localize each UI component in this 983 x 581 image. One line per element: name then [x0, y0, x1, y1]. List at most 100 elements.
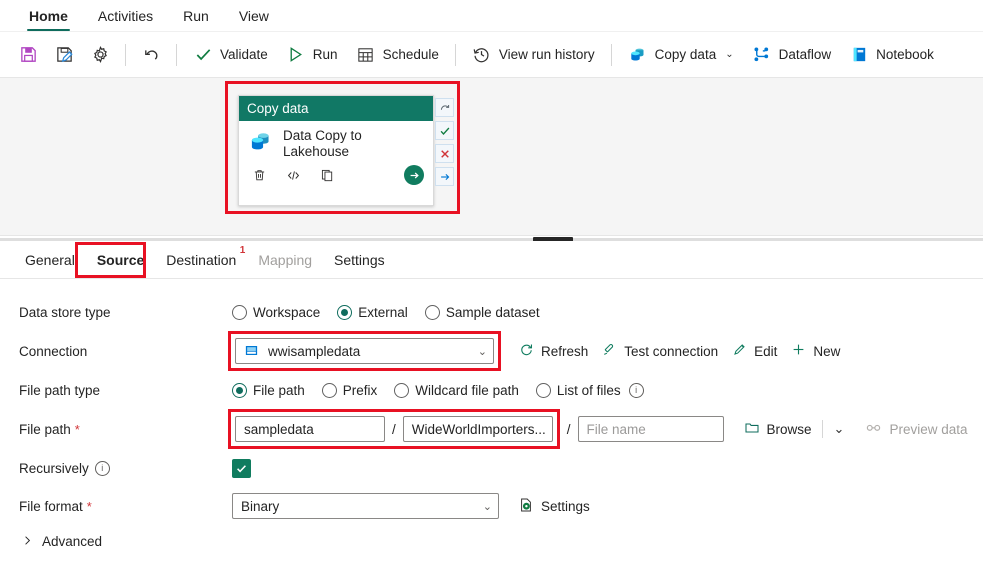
data-store-type-label: Data store type: [19, 305, 232, 320]
file-path-controls: sampledata / WideWorldImporters... / Fil…: [228, 409, 975, 449]
radio-wildcard-file-path[interactable]: Wildcard file path: [394, 382, 519, 398]
file-path-directory-input[interactable]: WideWorldImporters...: [402, 416, 553, 442]
file-name-input[interactable]: File name: [577, 416, 724, 442]
tab-destination-label: Destination: [166, 251, 237, 268]
ribbon-tab-bar: Home Activities Run View: [0, 0, 983, 32]
data-store-type-radio-group: Workspace External Sample dataset: [232, 304, 540, 320]
validate-button[interactable]: Validate: [185, 40, 276, 70]
chevron-right-icon: [22, 535, 33, 549]
preview-data-button: Preview data: [858, 416, 974, 442]
run-button[interactable]: Run: [278, 40, 346, 70]
radio-prefix[interactable]: Prefix: [321, 382, 378, 398]
schedule-label: Schedule: [382, 47, 439, 62]
save-as-button[interactable]: [47, 40, 81, 70]
undo-button[interactable]: [134, 40, 168, 70]
radio-external-label: External: [358, 304, 408, 320]
test-connection-button[interactable]: Test connection: [595, 338, 725, 364]
file-format-dropdown[interactable]: Binary ⌄: [232, 493, 499, 519]
connection-label: Connection: [19, 344, 232, 359]
connection-value: wwisampledata: [268, 343, 361, 359]
preview-glasses-icon: [865, 419, 883, 439]
radio-external[interactable]: External: [337, 304, 408, 320]
copy-data-activity-card[interactable]: Copy data Data Copy to Lakehouse: [238, 95, 434, 206]
radio-list-of-files-label: List of files: [556, 382, 621, 398]
file-format-label: File format *: [19, 499, 232, 514]
test-connection-label: Test connection: [624, 343, 719, 359]
ribbon-tab-activities[interactable]: Activities: [83, 5, 168, 31]
tab-destination-badge: 1: [239, 245, 246, 256]
settings-button[interactable]: [83, 40, 117, 70]
tab-mapping: Mapping: [247, 241, 323, 278]
ribbon-tab-run[interactable]: Run: [168, 5, 224, 31]
row-file-path: File path * sampledata / WideWorldImport…: [0, 409, 983, 449]
refresh-button[interactable]: Refresh: [512, 338, 595, 364]
radio-workspace[interactable]: Workspace: [232, 304, 320, 320]
ribbon-tab-home[interactable]: Home: [14, 5, 83, 31]
view-run-history-label: View run history: [498, 47, 595, 62]
activity-card-body: Data Copy to Lakehouse: [239, 121, 433, 160]
schedule-button[interactable]: Schedule: [348, 40, 447, 70]
file-path-container-input[interactable]: sampledata: [235, 416, 385, 442]
dataflow-icon: [752, 45, 772, 65]
tab-general[interactable]: General: [14, 241, 86, 278]
duplicate-icon[interactable]: [319, 167, 336, 184]
tab-destination[interactable]: Destination 1: [155, 241, 247, 278]
command-bar: Validate Run Schedule View run history C…: [0, 32, 983, 78]
ribbon-tab-view-label: View: [238, 8, 269, 24]
file-path-required-asterisk: *: [74, 421, 80, 437]
undo-icon: [141, 45, 161, 65]
tab-source[interactable]: Source: [86, 241, 155, 278]
tab-settings[interactable]: Settings: [323, 241, 396, 278]
connection-dropdown[interactable]: wwisampledata ⌄: [235, 338, 494, 364]
edit-connection-button[interactable]: Edit: [725, 338, 784, 364]
ribbon-tab-view[interactable]: View: [224, 5, 284, 31]
row-data-store-type: Data store type Workspace External Sampl…: [0, 293, 983, 331]
code-icon[interactable]: [285, 167, 302, 184]
activity-highlight-outline: Copy data Data Copy to Lakehouse: [225, 81, 460, 214]
ribbon-tab-run-label: Run: [183, 8, 209, 24]
radio-sample-dataset[interactable]: Sample dataset: [424, 304, 540, 320]
recursively-checkbox[interactable]: [232, 458, 251, 478]
activity-run-button[interactable]: [404, 165, 424, 185]
ribbon-tab-activities-label: Activities: [97, 8, 154, 24]
copy-data-button[interactable]: Copy data ⌄: [620, 40, 742, 70]
notebook-label: Notebook: [876, 47, 934, 62]
on-skip-port[interactable]: [435, 167, 454, 186]
file-format-label-text: File format: [19, 498, 83, 514]
radio-workspace-dot: [232, 304, 247, 320]
list-of-files-info-icon[interactable]: i: [628, 382, 644, 398]
new-connection-button[interactable]: New: [784, 338, 847, 364]
dataflow-button[interactable]: Dataflow: [744, 40, 840, 70]
radio-list-of-files-dot: [535, 382, 551, 398]
radio-prefix-label: Prefix: [342, 382, 378, 398]
recursively-info-icon[interactable]: i: [94, 460, 110, 476]
pencil-icon: [732, 342, 748, 360]
activity-card-header: Copy data: [239, 96, 433, 121]
browse-dropdown-button[interactable]: ⌄: [826, 416, 851, 442]
radio-file-path[interactable]: File path: [232, 382, 305, 398]
advanced-section-toggle[interactable]: Advanced: [0, 534, 983, 549]
delete-icon[interactable]: [251, 167, 268, 184]
on-success-port[interactable]: [435, 121, 454, 140]
save-button[interactable]: [11, 40, 45, 70]
file-path-label: File path *: [19, 422, 232, 437]
calendar-icon: [356, 45, 376, 65]
test-connection-icon: [602, 342, 618, 360]
chevron-down-icon: ⌄: [477, 345, 487, 358]
browse-button[interactable]: Browse: [737, 416, 819, 442]
refresh-icon: [519, 342, 535, 360]
radio-file-path-dot: [232, 382, 247, 398]
file-format-settings-button[interactable]: Settings: [511, 493, 597, 519]
pipeline-canvas[interactable]: Copy data Data Copy to Lakehouse: [0, 78, 983, 236]
on-failure-port[interactable]: [435, 144, 454, 163]
radio-list-of-files[interactable]: List of files i: [535, 382, 644, 398]
copy-data-icon: [628, 45, 648, 65]
radio-prefix-dot: [321, 382, 337, 398]
tab-mapping-label: Mapping: [258, 251, 313, 268]
on-completion-port[interactable]: [435, 98, 454, 117]
view-run-history-button[interactable]: View run history: [464, 40, 603, 70]
azure-blob-storage-icon: [244, 343, 260, 359]
recursively-label-text: Recursively: [19, 460, 89, 476]
recursively-label: Recursively i: [19, 460, 232, 476]
notebook-button[interactable]: Notebook: [841, 40, 942, 70]
